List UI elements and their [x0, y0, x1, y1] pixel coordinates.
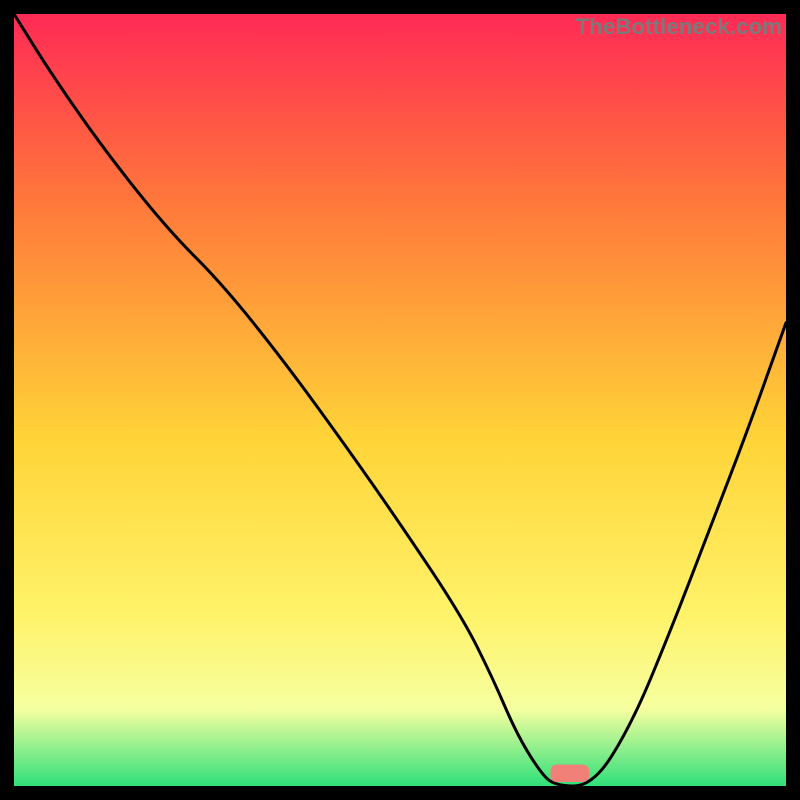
- gradient-background: [14, 14, 786, 786]
- chart-svg: [14, 14, 786, 786]
- outer-frame: TheBottleneck.com: [0, 0, 800, 800]
- plot-area: TheBottleneck.com: [14, 14, 786, 786]
- optimum-marker: [551, 765, 590, 782]
